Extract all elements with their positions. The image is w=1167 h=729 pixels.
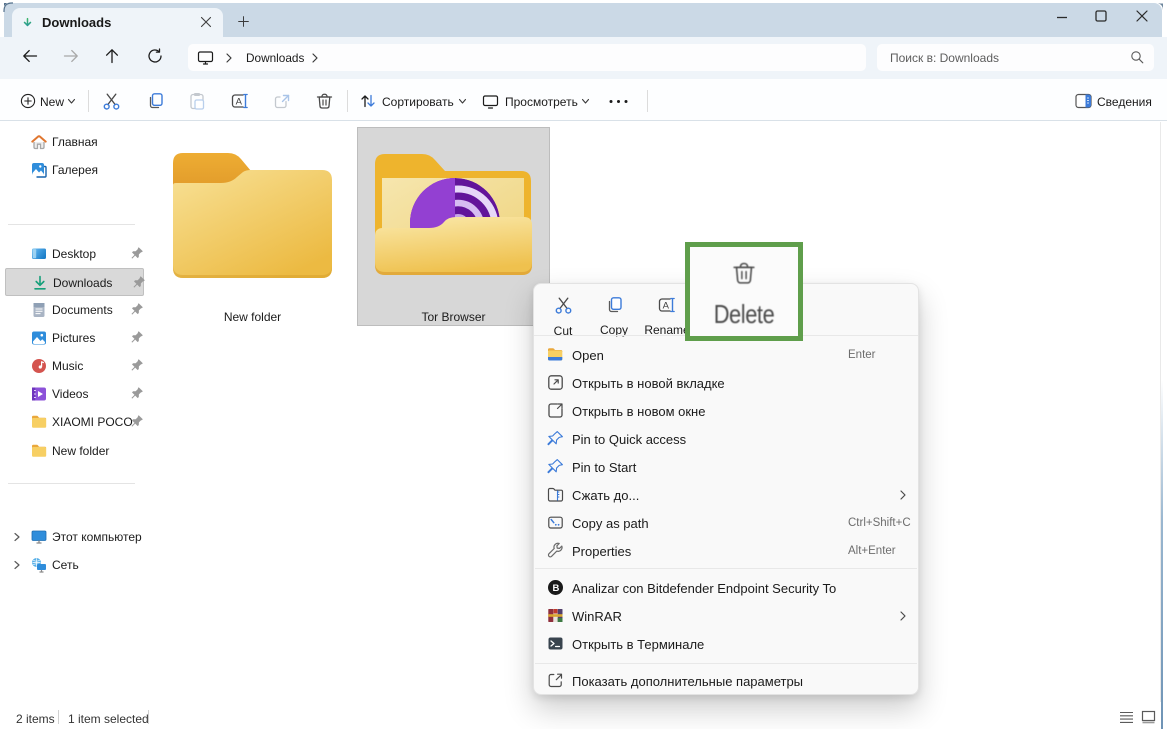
svg-text:A: A: [663, 301, 670, 312]
svg-text:B: B: [553, 583, 560, 594]
svg-text:A: A: [236, 97, 243, 108]
